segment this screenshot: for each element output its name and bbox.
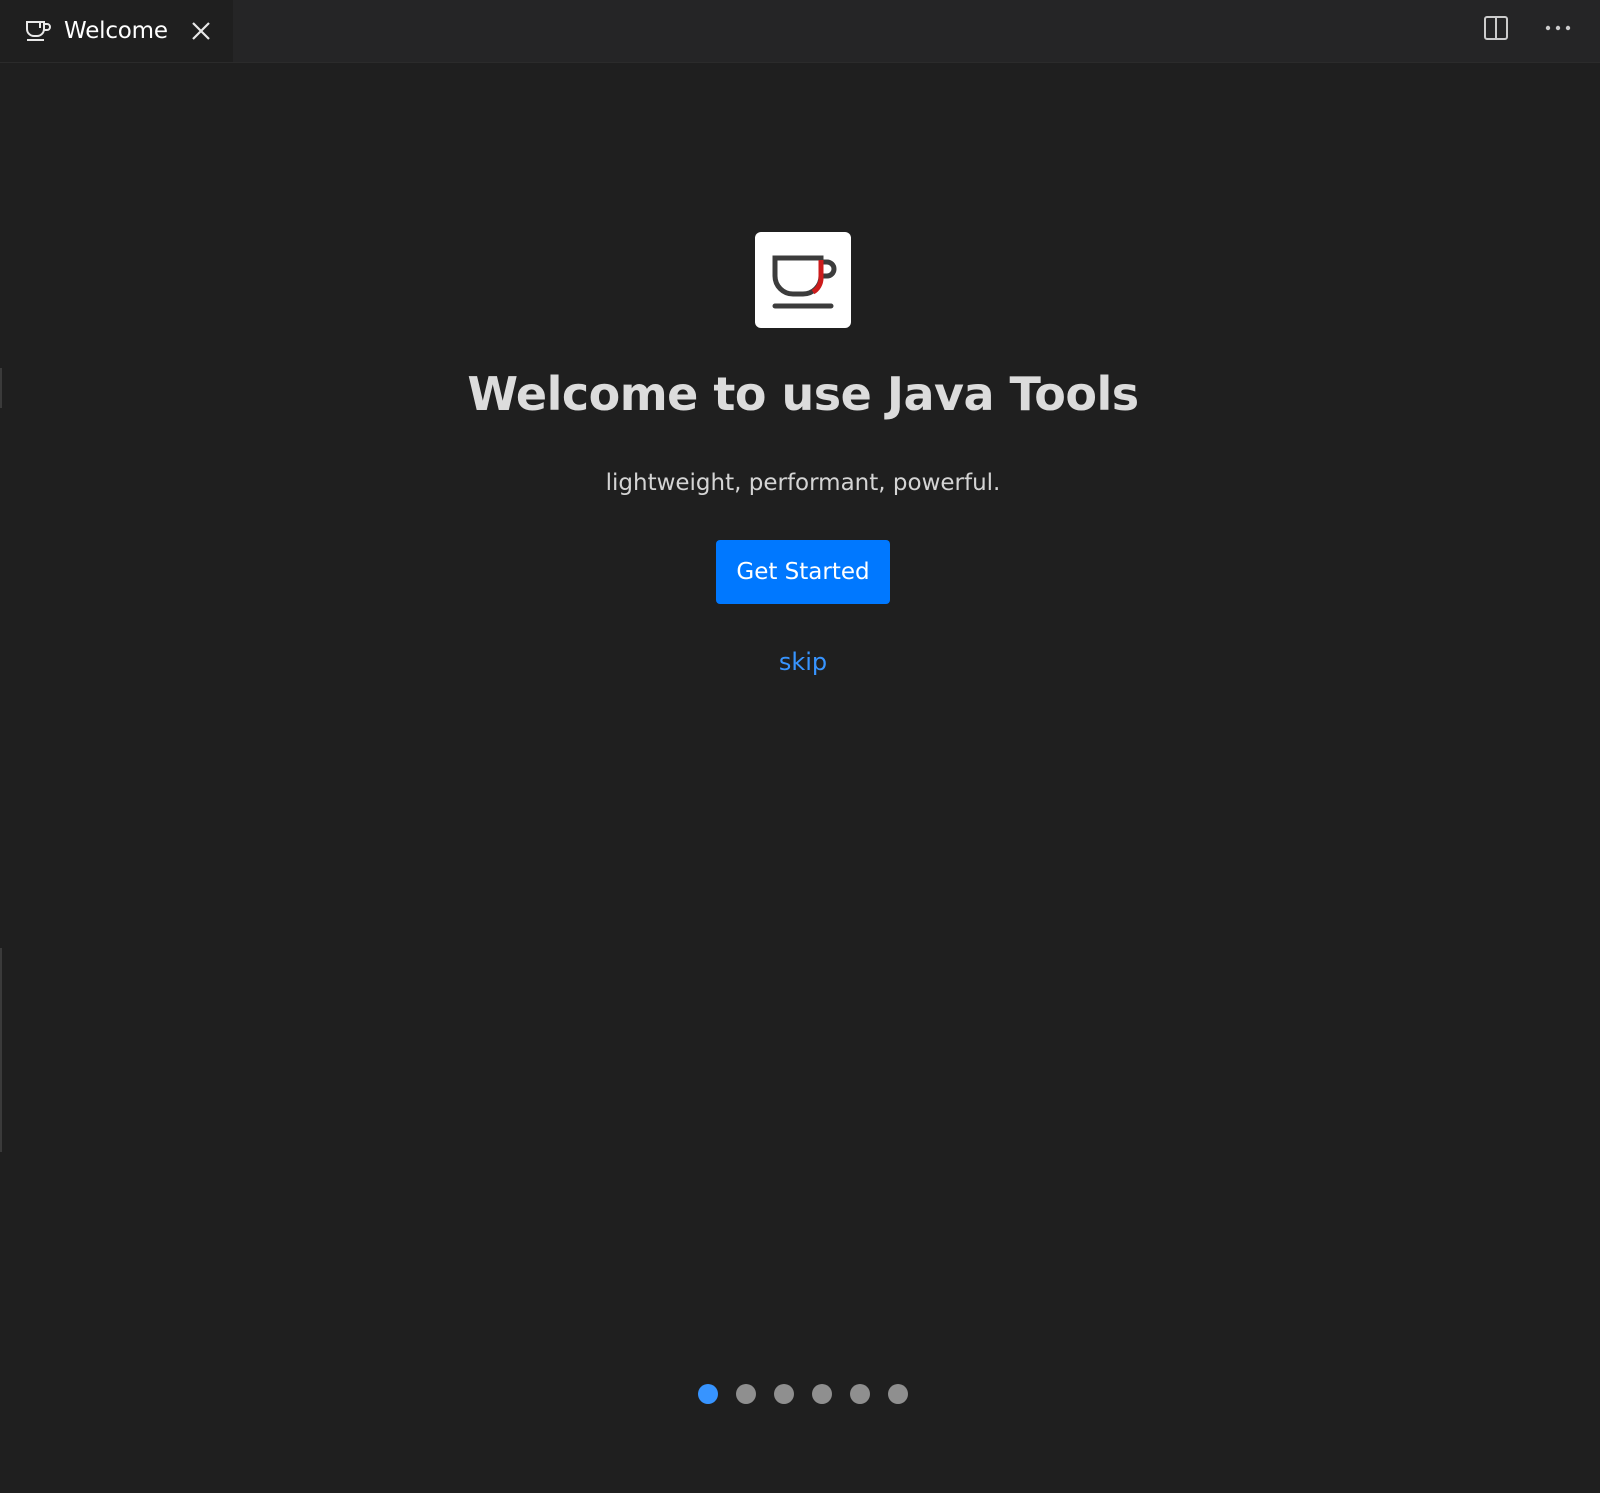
- pagination-dot-4[interactable]: [812, 1384, 832, 1404]
- welcome-content: Welcome to use Java Tools lightweight, p…: [0, 62, 1600, 1493]
- pagination-dot-1[interactable]: [698, 1384, 718, 1404]
- close-icon[interactable]: [190, 20, 212, 42]
- pagination-dot-2[interactable]: [736, 1384, 756, 1404]
- page-subtitle: lightweight, performant, powerful.: [605, 470, 1001, 496]
- editor-tab-bar: Welcome: [0, 0, 1600, 63]
- get-started-button[interactable]: Get Started: [716, 540, 890, 604]
- pagination-dot-3[interactable]: [774, 1384, 794, 1404]
- tab-welcome[interactable]: Welcome: [0, 0, 233, 62]
- editor-actions: [1482, 14, 1572, 42]
- welcome-window: Welcome Welcome to use Java Tools lightw…: [0, 0, 1600, 1493]
- pagination-dots: [0, 1384, 1600, 1404]
- skip-link[interactable]: skip: [0, 648, 1600, 676]
- pagination-dot-5[interactable]: [850, 1384, 870, 1404]
- more-actions-icon[interactable]: [1544, 14, 1572, 42]
- tab-label: Welcome: [64, 18, 168, 44]
- coffee-cup-icon: [24, 17, 52, 45]
- pagination-dot-6[interactable]: [888, 1384, 908, 1404]
- java-coffee-cup-logo: [755, 232, 851, 328]
- page-title: Welcome to use Java Tools: [467, 367, 1139, 421]
- split-editor-icon[interactable]: [1482, 14, 1510, 42]
